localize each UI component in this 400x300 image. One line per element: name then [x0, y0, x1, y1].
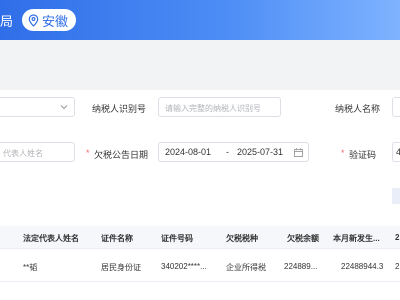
legal-rep-placeholder: 代表人姓名	[3, 149, 43, 158]
cell-tax-type: 企业所得税	[226, 263, 266, 272]
cell-next-col: 2	[395, 262, 400, 271]
legal-rep-input[interactable]: 代表人姓名	[0, 142, 75, 162]
cell-id-type: 居民身份证	[101, 263, 141, 272]
row-divider	[0, 248, 400, 249]
captcha-value: 4	[396, 147, 400, 157]
date-separator: -	[226, 147, 229, 157]
date-start[interactable]: 2024-08-01	[165, 147, 211, 157]
th-tax-type: 欠税税种	[226, 234, 258, 243]
taxpayer-id-input[interactable]: 请输入完整的纳税人识别号	[158, 97, 281, 117]
taxpayer-id-label: 纳税人识别号	[92, 104, 147, 114]
cell-id-number: 340202****...	[161, 262, 207, 271]
row-divider	[0, 281, 400, 282]
taxpayer-name-label: 纳税人名称	[335, 104, 381, 114]
cell-tax-balance: 224889...	[284, 262, 318, 271]
calendar-icon[interactable]	[294, 148, 303, 157]
date-end[interactable]: 2025-07-31	[237, 147, 283, 157]
table-header: 法定代表人姓名 证件名称 证件号码 欠税税种 欠税余额 本月新发生... 2	[0, 226, 400, 248]
cell-legal-rep: **韬	[23, 263, 38, 272]
th-id-type: 证件名称	[101, 234, 133, 243]
taxpayer-name-input[interactable]	[392, 97, 400, 117]
taxpayer-id-placeholder: 请输入完整的纳税人识别号	[165, 104, 261, 113]
chevron-down-icon	[60, 105, 68, 110]
captcha-input[interactable]: 4	[392, 142, 400, 162]
header-title: 局	[0, 14, 14, 29]
region-selector[interactable]: 安徽	[22, 9, 77, 31]
required-asterisk: *	[86, 148, 90, 158]
page-header: 局 安徽	[0, 0, 400, 40]
action-button-edge[interactable]	[392, 188, 400, 204]
notice-date-label: 欠税公告日期	[94, 150, 149, 160]
th-tax-balance: 欠税余额	[287, 234, 319, 243]
required-asterisk: *	[341, 148, 345, 158]
th-id-number: 证件号码	[161, 234, 193, 243]
th-legal-rep: 法定代表人姓名	[23, 234, 79, 243]
captcha-label: 验证码	[349, 150, 377, 160]
filter-select[interactable]	[0, 97, 75, 117]
notice-date-range[interactable]: 2024-08-01 - 2025-07-31	[158, 142, 309, 162]
cell-new-this-month: 22488944.3	[341, 262, 384, 271]
th-next-col: 2	[395, 233, 400, 242]
region-label: 安徽	[42, 13, 69, 29]
th-new-this-month: 本月新发生...	[333, 234, 380, 243]
location-pin-icon	[28, 13, 39, 27]
header-spacer	[0, 40, 400, 90]
